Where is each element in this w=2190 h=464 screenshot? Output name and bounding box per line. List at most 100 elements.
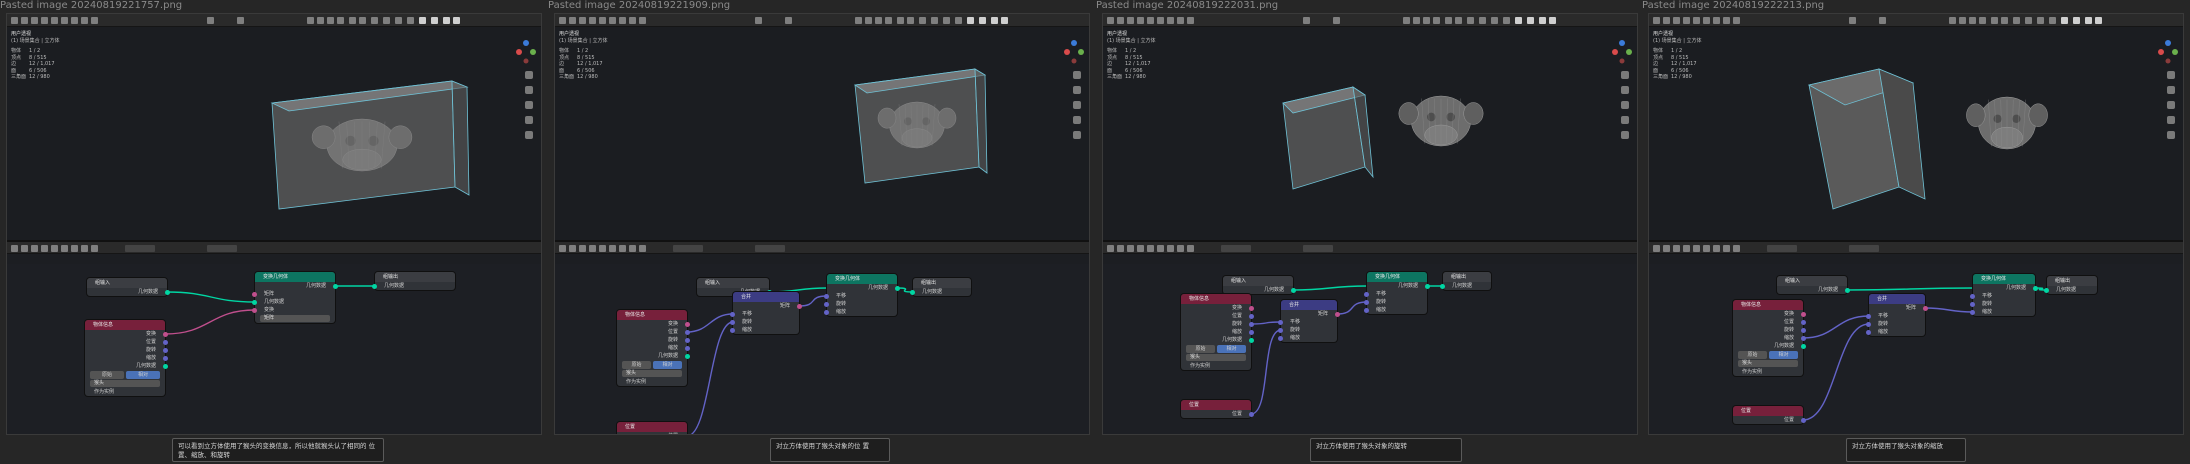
header-menu-icon[interactable] xyxy=(1713,245,1720,252)
object-selector-field[interactable]: 猴头 xyxy=(1186,354,1246,361)
node-socket[interactable] xyxy=(1970,310,1975,315)
node-mode-toggle[interactable]: 原始 相对 xyxy=(1186,345,1246,353)
mode-icon[interactable] xyxy=(1177,17,1184,24)
shading-solid-icon[interactable] xyxy=(1467,17,1474,24)
shading-wire-icon[interactable] xyxy=(2085,17,2092,24)
snap-icon[interactable] xyxy=(1849,245,1879,252)
node-socket[interactable] xyxy=(824,310,829,315)
view-icon[interactable] xyxy=(31,17,38,24)
header-menu-icon[interactable] xyxy=(1703,245,1710,252)
select-icon[interactable] xyxy=(569,17,576,24)
header-menu-icon[interactable] xyxy=(81,245,88,252)
header-menu-icon[interactable] xyxy=(51,245,58,252)
editor-type-icon[interactable] xyxy=(1653,245,1660,252)
node-socket[interactable] xyxy=(1364,308,1369,313)
node-socket[interactable] xyxy=(1845,288,1850,293)
pin-icon[interactable] xyxy=(1767,245,1797,252)
shading-solid-icon[interactable] xyxy=(931,17,938,24)
shading-solid-icon[interactable] xyxy=(2013,17,2020,24)
snap-icon[interactable] xyxy=(1303,245,1333,252)
axis-gizmo-icon[interactable] xyxy=(1611,39,1633,65)
shading-wire-icon[interactable] xyxy=(1549,17,1556,24)
shading-solid-icon[interactable] xyxy=(371,17,378,24)
node-transform[interactable]: 变换几何体 几何数据 平移 旋转 缩放 xyxy=(824,274,900,316)
overlay-icon[interactable] xyxy=(1403,17,1410,24)
editor-type-icon[interactable] xyxy=(559,245,566,252)
shading-solid-icon[interactable] xyxy=(943,17,950,24)
header-menu-icon[interactable] xyxy=(1177,245,1184,252)
node-group-output[interactable]: 组输出 几何数据 xyxy=(1440,272,1491,290)
header-menu-icon[interactable] xyxy=(1733,245,1740,252)
toggle-original-button[interactable]: 原始 xyxy=(1186,345,1215,353)
header-menu-icon[interactable] xyxy=(91,245,98,252)
shading-solid-icon[interactable] xyxy=(2025,17,2032,24)
header-menu-icon[interactable] xyxy=(629,245,636,252)
shading-wire-icon[interactable] xyxy=(2073,17,2080,24)
node-socket[interactable] xyxy=(1866,330,1871,335)
node-socket[interactable] xyxy=(685,434,690,435)
node-socket[interactable] xyxy=(685,346,690,351)
overlay-icon[interactable] xyxy=(855,17,862,24)
zoom-icon[interactable] xyxy=(2167,71,2175,79)
node-socket[interactable] xyxy=(895,286,900,291)
axis-gizmo-icon[interactable] xyxy=(2157,39,2179,65)
camera-icon[interactable] xyxy=(2167,101,2175,109)
toggle-original-button[interactable]: 原始 xyxy=(1738,351,1767,359)
snap-icon[interactable] xyxy=(755,245,785,252)
view-icon[interactable] xyxy=(579,17,586,24)
node-socket[interactable] xyxy=(252,292,257,297)
node-socket[interactable] xyxy=(372,284,377,289)
overlay-icon[interactable] xyxy=(349,17,356,24)
header-menu-icon[interactable] xyxy=(579,245,586,252)
header-menu-icon[interactable] xyxy=(569,245,576,252)
node-combine[interactable]: 合并 矩阵 平移 旋转 缩放 xyxy=(730,292,802,334)
shading-solid-icon[interactable] xyxy=(383,17,390,24)
add-icon[interactable] xyxy=(61,17,68,24)
plus-icon[interactable] xyxy=(1073,131,1081,139)
node-socket[interactable] xyxy=(1249,314,1254,319)
node-socket[interactable] xyxy=(1801,312,1806,317)
object-icon[interactable] xyxy=(71,17,78,24)
object-icon[interactable] xyxy=(619,17,626,24)
header-menu-icon[interactable] xyxy=(609,245,616,252)
overlay-icon[interactable] xyxy=(1991,17,1998,24)
editor-type-icon[interactable] xyxy=(1107,245,1114,252)
node-socket[interactable] xyxy=(1801,418,1806,423)
header-menu-icon[interactable] xyxy=(1683,245,1690,252)
add-icon[interactable] xyxy=(1703,17,1710,24)
node-editor-canvas[interactable]: 组输入几何数据变换几何体几何数据平移旋转缩放合并矩阵平移旋转缩放组输出几何数据物… xyxy=(1103,264,1637,434)
overlay-icon[interactable] xyxy=(359,17,366,24)
overlay-icon[interactable] xyxy=(865,17,872,24)
plus-icon[interactable] xyxy=(1621,131,1629,139)
overlay-icon[interactable] xyxy=(1423,17,1430,24)
shading-wire-icon[interactable] xyxy=(1515,17,1522,24)
node-socket[interactable] xyxy=(797,304,802,309)
header-menu-icon[interactable] xyxy=(589,245,596,252)
editor-type-icon[interactable] xyxy=(11,245,18,252)
pin-icon[interactable] xyxy=(1221,245,1251,252)
shading-solid-icon[interactable] xyxy=(2037,17,2044,24)
shading-wire-icon[interactable] xyxy=(1527,17,1534,24)
editor-type-icon[interactable] xyxy=(1107,17,1114,24)
node-socket[interactable] xyxy=(1866,314,1871,319)
object-selector-field[interactable]: 猴头 xyxy=(1738,360,1798,367)
pin-icon[interactable] xyxy=(125,245,155,252)
header-menu-icon[interactable] xyxy=(1723,245,1730,252)
move-icon[interactable] xyxy=(207,17,214,24)
node-socket[interactable] xyxy=(1335,312,1340,317)
as-instance-checkbox[interactable]: 作为实例 xyxy=(85,388,165,396)
axis-gizmo-icon[interactable] xyxy=(515,39,537,65)
shading-wire-icon[interactable] xyxy=(967,17,974,24)
move-icon[interactable] xyxy=(1303,17,1310,24)
shading-wire-icon[interactable] xyxy=(1539,17,1546,24)
3d-viewport[interactable]: 用户透视 (1) 场景集合 | 立方体 物体 1 / 2 顶点 8 / 515 边 12 / … xyxy=(1649,27,2183,240)
node-socket[interactable] xyxy=(730,320,735,325)
node-socket[interactable] xyxy=(910,290,915,295)
node-group-output[interactable]: 组输出 几何数据 xyxy=(2044,276,2097,294)
node-editor-canvas[interactable]: 组输入 几何数据 变换几何体 几何数据 矩阵 几何数据 变换 矩阵 组输出 几何数据 物体信息 变换位… xyxy=(7,264,541,434)
node-mode-toggle[interactable]: 原始 相对 xyxy=(90,371,160,379)
shading-solid-icon[interactable] xyxy=(955,17,962,24)
header-menu-icon[interactable] xyxy=(1137,245,1144,252)
header-menu-icon[interactable] xyxy=(599,245,606,252)
shading-wire-icon[interactable] xyxy=(453,17,460,24)
